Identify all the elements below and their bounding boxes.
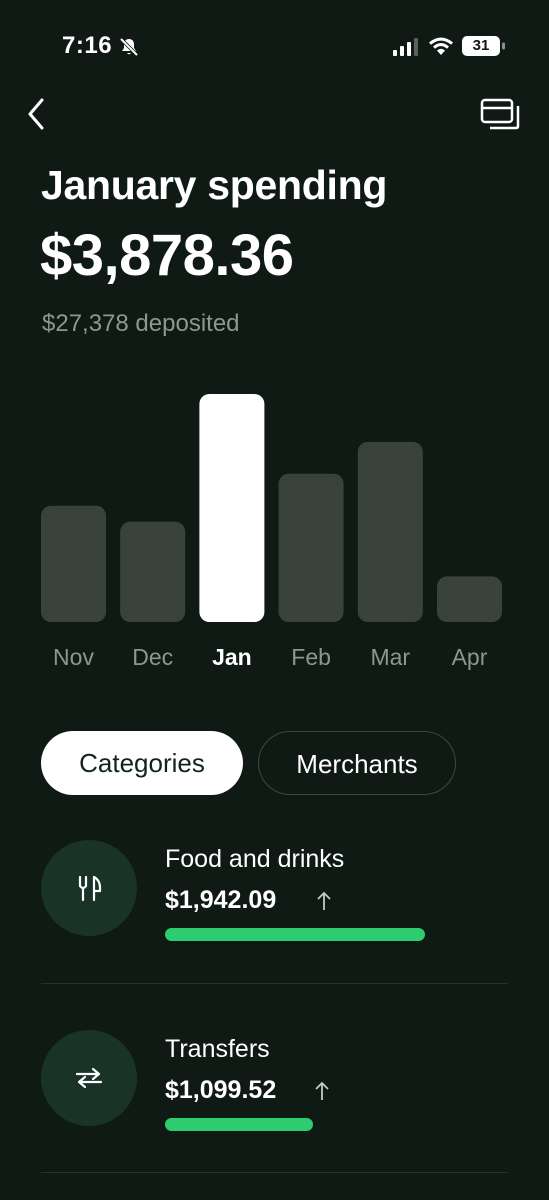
page-title: January spending xyxy=(41,162,388,208)
tab-merchants[interactable]: Merchants xyxy=(258,731,456,795)
category-icon-badge xyxy=(41,840,137,936)
battery-level: 31 xyxy=(472,37,490,54)
category-row-food-and-drinks[interactable]: Food and drinks $1,942.09 xyxy=(0,820,549,1010)
category-icon-badge xyxy=(41,1030,137,1126)
month-label-mar[interactable]: Mar xyxy=(370,644,410,670)
bar-jan[interactable] xyxy=(199,394,265,622)
signal-icon xyxy=(393,38,418,56)
category-spend-bar xyxy=(165,928,425,941)
status-time: 7:16 xyxy=(62,32,113,59)
category-spend-bar xyxy=(165,1118,314,1131)
cards-icon[interactable] xyxy=(480,97,522,131)
bar-mar[interactable] xyxy=(357,441,423,622)
deposited-amount: $27,378 deposited xyxy=(42,310,240,337)
category-name: Transfers xyxy=(165,1035,270,1063)
month-label-jan[interactable]: Jan xyxy=(212,644,252,670)
wifi-icon xyxy=(429,37,453,55)
back-button[interactable] xyxy=(22,94,52,134)
month-label-apr[interactable]: Apr xyxy=(452,644,488,670)
month-label-feb[interactable]: Feb xyxy=(291,644,331,670)
bar-feb[interactable] xyxy=(278,473,344,622)
bar-dec[interactable] xyxy=(120,521,186,622)
bar-nov[interactable] xyxy=(41,505,106,622)
month-label-dec[interactable]: Dec xyxy=(132,644,173,670)
category-amount: $1,099.52 xyxy=(165,1076,277,1104)
bar-apr[interactable] xyxy=(437,576,502,622)
total-spending-amount: $3,878.36 xyxy=(40,223,294,288)
monthly-spending-chart: Nov Dec Jan Feb Mar Apr xyxy=(41,394,502,670)
bell-slash-icon xyxy=(119,37,139,57)
divider xyxy=(41,983,508,984)
fork-knife-icon xyxy=(78,875,102,902)
status-bar: 7:16 31 xyxy=(0,0,549,90)
arrow-up-icon xyxy=(315,1081,329,1100)
tab-categories[interactable]: Categories xyxy=(41,731,243,795)
transfer-arrows-icon xyxy=(75,1067,103,1089)
category-amount: $1,942.09 xyxy=(165,886,277,914)
arrow-up-icon xyxy=(317,891,331,910)
divider xyxy=(41,1172,508,1173)
category-name: Food and drinks xyxy=(165,845,345,873)
month-label-nov[interactable]: Nov xyxy=(53,644,94,670)
